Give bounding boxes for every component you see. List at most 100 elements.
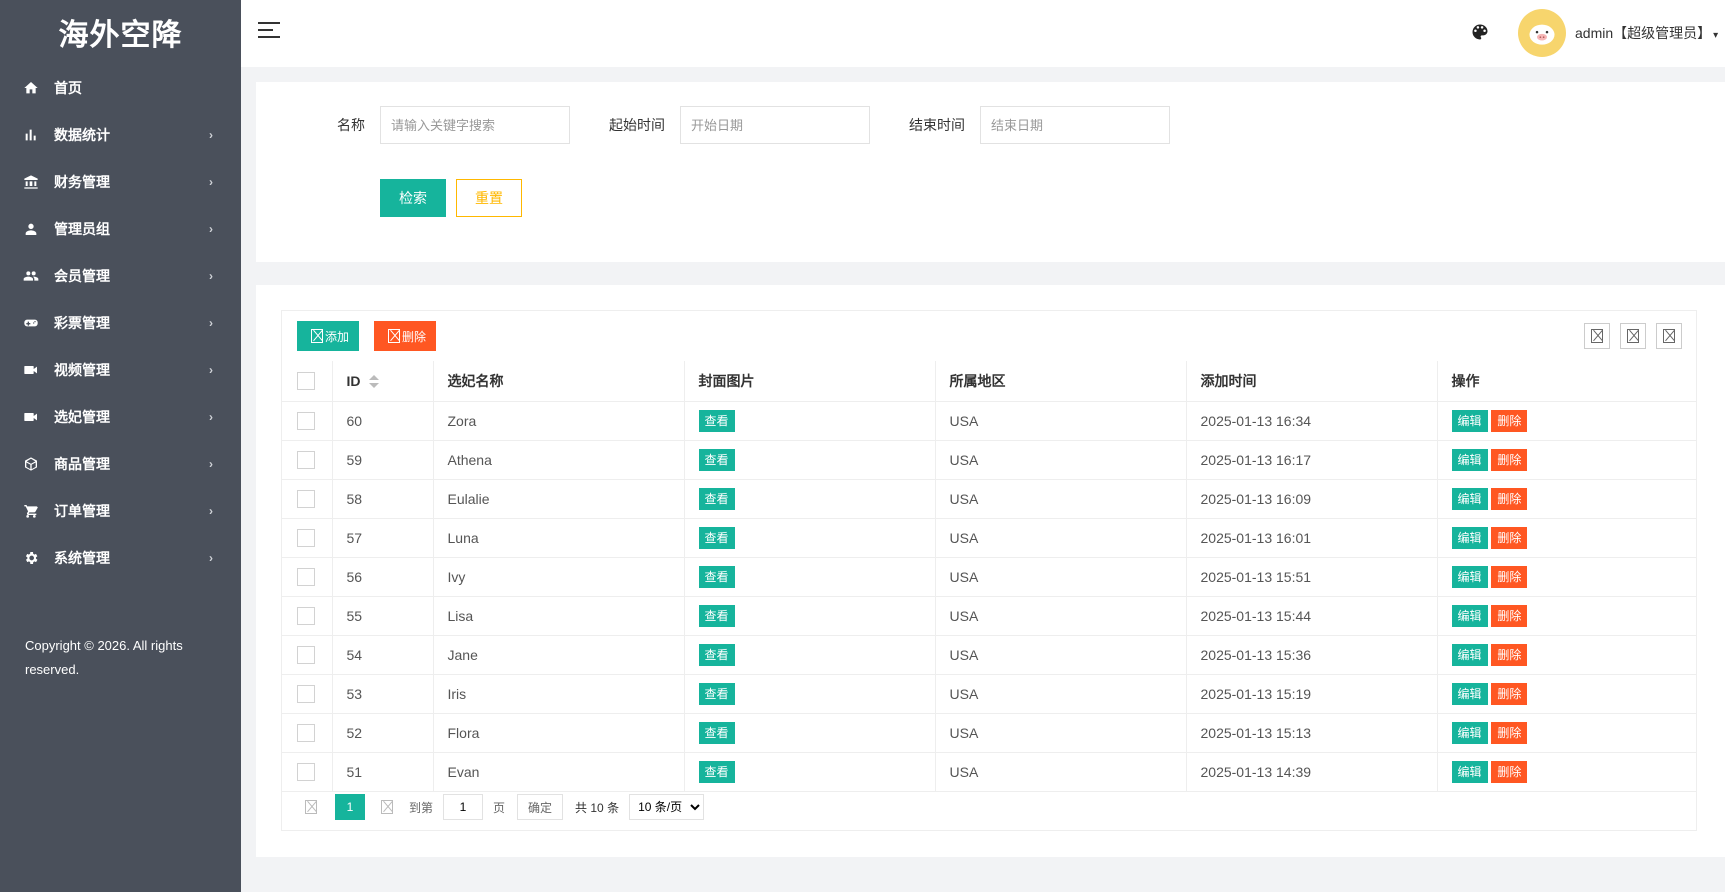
delete-button[interactable]: 删除 bbox=[1491, 409, 1528, 432]
sidebar-item-5[interactable]: 彩票管理 › bbox=[0, 299, 241, 346]
sidebar-item-4[interactable]: 会员管理 › bbox=[0, 252, 241, 299]
cell-region: USA bbox=[935, 440, 1187, 480]
menu-toggle-icon[interactable] bbox=[258, 22, 280, 42]
print-icon[interactable] bbox=[1656, 323, 1682, 349]
prev-page-icon[interactable] bbox=[305, 799, 319, 815]
cell-name: Jane bbox=[433, 635, 685, 675]
edit-button[interactable]: 编辑 bbox=[1451, 526, 1488, 549]
row-checkbox[interactable] bbox=[297, 528, 315, 547]
cell-ops: 编辑 删除 bbox=[1437, 674, 1696, 714]
batch-delete-button[interactable]: 删除 bbox=[374, 321, 437, 351]
view-cover-button[interactable]: 查看 bbox=[698, 487, 735, 510]
cell-name: Lisa bbox=[433, 596, 685, 636]
next-page-icon[interactable] bbox=[381, 799, 395, 815]
delete-button[interactable]: 删除 bbox=[1491, 448, 1528, 471]
palette-icon[interactable] bbox=[1470, 22, 1490, 42]
view-cover-button[interactable]: 查看 bbox=[698, 565, 735, 588]
cell-cover: 查看 bbox=[684, 596, 936, 636]
view-cover-button[interactable]: 查看 bbox=[698, 604, 735, 627]
sidebar-item-3[interactable]: 管理员组 › bbox=[0, 205, 241, 252]
delete-button[interactable]: 删除 bbox=[1491, 682, 1528, 705]
goto-confirm-button[interactable]: 确定 bbox=[517, 794, 564, 820]
edit-button[interactable]: 编辑 bbox=[1451, 487, 1488, 510]
row-checkbox[interactable] bbox=[297, 723, 315, 742]
row-checkbox[interactable] bbox=[297, 489, 315, 508]
end-date-input[interactable] bbox=[980, 106, 1170, 144]
delete-button[interactable]: 删除 bbox=[1491, 721, 1528, 744]
edit-button[interactable]: 编辑 bbox=[1451, 682, 1488, 705]
select-all-cell bbox=[282, 361, 333, 402]
cell-region: USA bbox=[935, 752, 1187, 792]
delete-button[interactable]: 删除 bbox=[1491, 526, 1528, 549]
delete-button[interactable]: 删除 bbox=[1491, 604, 1528, 627]
row-checkbox[interactable] bbox=[297, 606, 315, 625]
sidebar-item-8[interactable]: 商品管理 › bbox=[0, 440, 241, 487]
view-cover-button[interactable]: 查看 bbox=[698, 409, 735, 432]
edit-button[interactable]: 编辑 bbox=[1451, 565, 1488, 588]
batch-delete-label: 删除 bbox=[402, 329, 427, 344]
edit-button[interactable]: 编辑 bbox=[1451, 409, 1488, 432]
view-cover-button[interactable]: 查看 bbox=[698, 721, 735, 744]
cell-time: 2025-01-13 15:19 bbox=[1186, 674, 1438, 714]
row-checkbox[interactable] bbox=[297, 762, 315, 781]
sort-icon[interactable] bbox=[368, 374, 379, 389]
row-checkbox[interactable] bbox=[297, 684, 315, 703]
view-cover-button[interactable]: 查看 bbox=[698, 526, 735, 549]
reset-button[interactable]: 重置 bbox=[456, 179, 522, 217]
start-date-input[interactable] bbox=[680, 106, 870, 144]
home-icon bbox=[22, 79, 40, 97]
cell-id: 59 bbox=[332, 440, 434, 480]
row-checkbox[interactable] bbox=[297, 411, 315, 430]
delete-button[interactable]: 删除 bbox=[1491, 565, 1528, 588]
sidebar-item-9[interactable]: 订单管理 › bbox=[0, 487, 241, 534]
page-button-current[interactable]: 1 bbox=[335, 794, 365, 820]
row-checkbox[interactable] bbox=[297, 450, 315, 469]
data-table: ID 选妃名称 封面图片 所属地区 添加时间 操作 60 Zora 查看 USA 202… bbox=[282, 361, 1696, 792]
columns-filter-icon[interactable] bbox=[1584, 323, 1610, 349]
row-select-cell bbox=[282, 401, 333, 441]
sidebar-item-10[interactable]: 系统管理 › bbox=[0, 534, 241, 581]
view-cover-button[interactable]: 查看 bbox=[698, 760, 735, 783]
delete-button[interactable]: 删除 bbox=[1491, 643, 1528, 666]
export-icon[interactable] bbox=[1620, 323, 1646, 349]
table-row: 59 Athena 查看 USA 2025-01-13 16:17 编辑 删除 bbox=[282, 440, 1696, 480]
sidebar-item-1[interactable]: 数据统计 › bbox=[0, 111, 241, 158]
row-checkbox[interactable] bbox=[297, 645, 315, 664]
user-menu[interactable]: admin【超级管理员】 ▾ bbox=[1575, 23, 1718, 43]
column-header-id[interactable]: ID bbox=[332, 361, 434, 402]
view-cover-button[interactable]: 查看 bbox=[698, 448, 735, 471]
name-label: 名称 bbox=[337, 117, 365, 133]
row-select-cell bbox=[282, 674, 333, 714]
edit-button[interactable]: 编辑 bbox=[1451, 643, 1488, 666]
sidebar-item-2[interactable]: 财务管理 › bbox=[0, 158, 241, 205]
column-header-cover: 封面图片 bbox=[684, 361, 936, 402]
table-panel: 添加 删除 ID 选妃名称 封面图片 所属地区 添加时间 操作 60 Zora 查看… bbox=[256, 285, 1725, 857]
cell-region: USA bbox=[935, 674, 1187, 714]
cell-name: Ivy bbox=[433, 557, 685, 597]
search-button[interactable]: 检索 bbox=[380, 179, 446, 217]
chevron-right-icon: › bbox=[209, 456, 213, 471]
edit-button[interactable]: 编辑 bbox=[1451, 760, 1488, 783]
row-select-cell bbox=[282, 440, 333, 480]
sidebar-item-6[interactable]: 视频管理 › bbox=[0, 346, 241, 393]
chevron-right-icon: › bbox=[209, 362, 213, 377]
edit-button[interactable]: 编辑 bbox=[1451, 721, 1488, 744]
sidebar-item-7[interactable]: 选妃管理 › bbox=[0, 393, 241, 440]
add-button[interactable]: 添加 bbox=[297, 321, 360, 351]
name-search-input[interactable] bbox=[380, 106, 570, 144]
avatar[interactable] bbox=[1518, 9, 1566, 57]
select-all-checkbox[interactable] bbox=[297, 371, 315, 390]
view-cover-button[interactable]: 查看 bbox=[698, 682, 735, 705]
box-icon bbox=[22, 455, 40, 473]
sidebar-item-0[interactable]: 首页 bbox=[0, 64, 241, 111]
goto-page-input[interactable] bbox=[443, 794, 484, 820]
row-checkbox[interactable] bbox=[297, 567, 315, 586]
delete-button[interactable]: 删除 bbox=[1491, 487, 1528, 510]
view-cover-button[interactable]: 查看 bbox=[698, 643, 735, 666]
delete-button[interactable]: 删除 bbox=[1491, 760, 1528, 783]
per-page-select[interactable]: 10 条/页 bbox=[629, 794, 705, 820]
edit-button[interactable]: 编辑 bbox=[1451, 604, 1488, 627]
group-icon bbox=[22, 267, 40, 285]
edit-button[interactable]: 编辑 bbox=[1451, 448, 1488, 471]
cell-time: 2025-01-13 14:39 bbox=[1186, 752, 1438, 792]
